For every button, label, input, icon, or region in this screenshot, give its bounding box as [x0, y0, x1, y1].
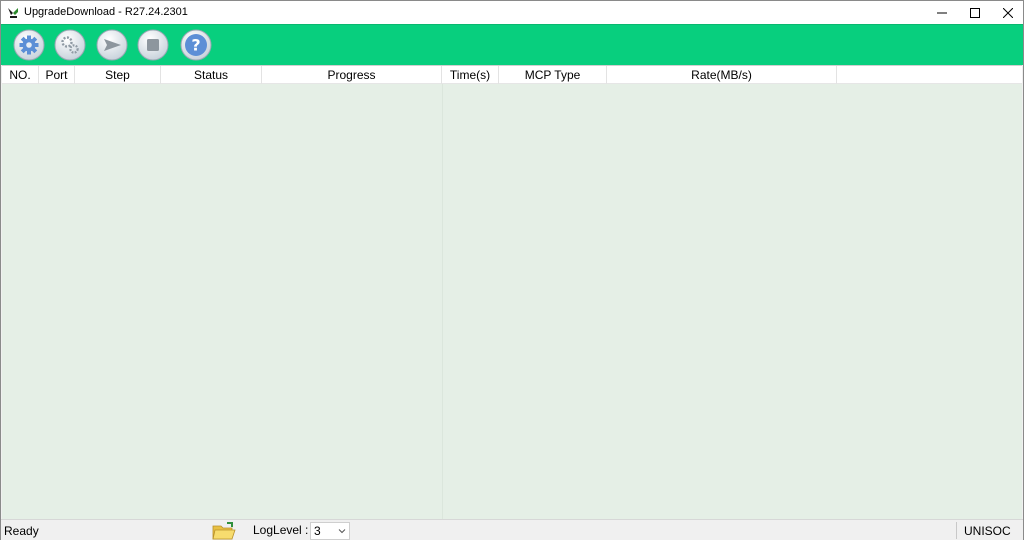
minimize-button[interactable]: [925, 1, 959, 24]
status-text: Ready: [4, 524, 39, 538]
gears-icon: [54, 29, 86, 61]
chevron-down-icon: [338, 529, 346, 534]
app-window: UpgradeDownload - R27.24.2301 ? NO. Port…: [0, 0, 1024, 540]
stop-icon: [137, 29, 169, 61]
loglevel-dropdown[interactable]: 3: [310, 522, 350, 540]
play-arrow-icon: [96, 29, 128, 61]
loglevel-label: LogLevel :: [253, 523, 309, 537]
minimize-icon: [937, 12, 947, 13]
help-button[interactable]: ?: [180, 29, 212, 61]
window-title: UpgradeDownload - R27.24.2301: [24, 6, 188, 18]
settings-button[interactable]: [13, 29, 45, 61]
close-button[interactable]: [991, 1, 1024, 24]
table-header: NO. Port Step Status Progress Time(s) MC…: [2, 66, 1022, 84]
svg-text:?: ?: [191, 36, 200, 55]
brand-label: UNISOC: [964, 524, 1011, 538]
toolbar: ?: [1, 24, 1023, 65]
column-divider: [442, 84, 443, 520]
port-list-view[interactable]: NO. Port Step Status Progress Time(s) MC…: [2, 65, 1022, 520]
configure-button[interactable]: [54, 29, 86, 61]
help-question-icon: ?: [180, 29, 212, 61]
column-header-mcp-type[interactable]: MCP Type: [499, 66, 607, 84]
start-button[interactable]: [96, 29, 128, 61]
column-header-step[interactable]: Step: [75, 66, 161, 84]
column-header-rate[interactable]: Rate(MB/s): [607, 66, 837, 84]
close-icon: [1003, 7, 1013, 18]
maximize-button[interactable]: [958, 1, 992, 24]
app-icon: [8, 8, 18, 18]
stop-button[interactable]: [137, 29, 169, 61]
column-header-status[interactable]: Status: [161, 66, 262, 84]
status-divider: [956, 522, 957, 539]
gear-icon: [13, 29, 45, 61]
title-bar: UpgradeDownload - R27.24.2301: [1, 1, 1023, 24]
status-bar: Ready LogLevel : 3 UNISOC: [1, 519, 1023, 540]
maximize-icon: [970, 7, 980, 18]
loglevel-value: 3: [314, 524, 321, 538]
open-folder-icon[interactable]: [212, 521, 236, 540]
column-header-no[interactable]: NO.: [2, 66, 39, 84]
column-header-progress[interactable]: Progress: [262, 66, 442, 84]
column-header-time[interactable]: Time(s): [442, 66, 499, 84]
column-header-port[interactable]: Port: [39, 66, 75, 84]
